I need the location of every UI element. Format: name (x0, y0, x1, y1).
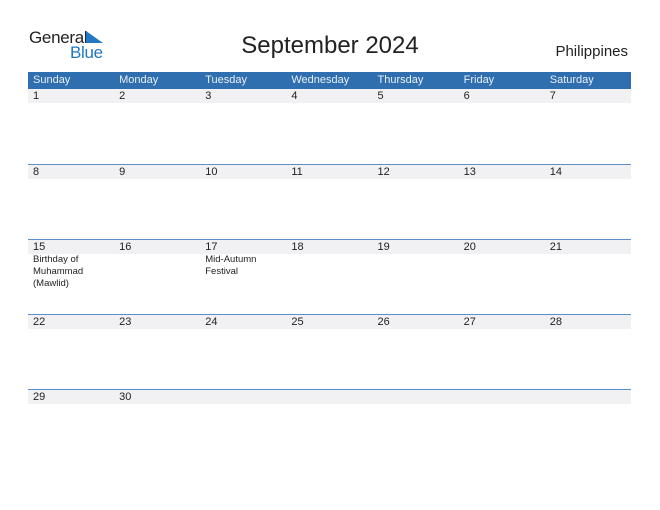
weekday-friday: Friday (463, 74, 495, 86)
day-cell: 1 (28, 89, 114, 103)
day-cell: 8 (28, 165, 114, 179)
day-cell: 29 (28, 390, 114, 404)
day-cell (373, 390, 459, 404)
week-row: 8 9 10 11 12 13 14 (28, 164, 631, 239)
day-cell: 13 (459, 165, 545, 179)
day-number (378, 390, 459, 404)
day-cell: 19 (373, 240, 459, 290)
day-cell: 15 Birthday of Muhammad (Mawlid) (28, 240, 114, 290)
weekday-header: Sunday Monday Tuesday Wednesday Thursday… (28, 72, 631, 89)
day-number: 14 (549, 166, 562, 178)
day-cell: 23 (114, 315, 200, 329)
day-cell (545, 390, 631, 404)
day-cell: 24 (200, 315, 286, 329)
week-cells: 15 Birthday of Muhammad (Mawlid) 16 17 Mid-A… (28, 240, 631, 290)
day-number: 29 (33, 391, 46, 403)
day-number: 9 (119, 166, 126, 178)
week-row: 22 23 24 25 26 27 28 (28, 314, 631, 389)
day-cell: 25 (286, 315, 372, 329)
day-number: 18 (291, 241, 304, 253)
day-cell: 3 (200, 89, 286, 103)
day-number (464, 390, 545, 404)
weeks-container: 1 2 3 4 5 6 7 8 9 10 11 12 13 14 15 Birthday of Muhamma… (28, 89, 631, 464)
day-number: 28 (549, 316, 562, 328)
weekday-monday: Monday (119, 74, 159, 86)
day-cell: 17 Mid-Autumn Festival (200, 240, 286, 290)
day-cell (200, 390, 286, 404)
day-number: 8 (33, 166, 40, 178)
day-number (205, 390, 286, 404)
holiday-event: Birthday of Muhammad (Mawlid) (33, 254, 84, 289)
day-number: 17 (205, 241, 218, 253)
day-number: 1 (33, 90, 40, 102)
day-cell: 16 (114, 240, 200, 290)
weekday-thursday: Thursday (377, 74, 424, 86)
day-cell: 2 (114, 89, 200, 103)
day-number: 30 (119, 391, 132, 403)
week-cells: 22 23 24 25 26 27 28 (28, 315, 631, 329)
day-number: 23 (119, 316, 132, 328)
day-cell: 26 (373, 315, 459, 329)
day-number: 20 (463, 241, 476, 253)
day-cell (459, 390, 545, 404)
day-cell: 18 (286, 240, 372, 290)
week-cells: 8 9 10 11 12 13 14 (28, 165, 631, 179)
day-cell: 28 (545, 315, 631, 329)
day-cell: 9 (114, 165, 200, 179)
weekday-sunday: Sunday (33, 74, 71, 86)
day-number: 6 (463, 90, 470, 102)
day-cell: 4 (286, 89, 372, 103)
day-cell: 5 (373, 89, 459, 103)
day-number: 4 (291, 90, 298, 102)
weekday-saturday: Saturday (549, 74, 594, 86)
week-cells: 29 30 (28, 390, 631, 404)
day-number: 21 (549, 241, 562, 253)
day-number: 7 (549, 90, 556, 102)
day-number: 12 (377, 166, 390, 178)
day-number: 2 (119, 90, 126, 102)
day-number: 3 (205, 90, 212, 102)
day-cell: 21 (545, 240, 631, 290)
weekday-tuesday: Tuesday (205, 74, 248, 86)
country-label: Philippines (555, 43, 628, 60)
holiday-event: Mid-Autumn Festival (205, 254, 257, 277)
day-number: 22 (33, 316, 46, 328)
day-number (550, 390, 631, 404)
day-number: 11 (291, 166, 303, 178)
day-cell: 10 (200, 165, 286, 179)
day-cell: 11 (286, 165, 372, 179)
day-number: 13 (463, 166, 476, 178)
week-row: 15 Birthday of Muhammad (Mawlid) 16 17 Mid-A… (28, 239, 631, 314)
weekday-wednesday: Wednesday (291, 74, 350, 86)
day-number: 16 (119, 241, 132, 253)
day-cell (286, 390, 372, 404)
day-cell: 22 (28, 315, 114, 329)
day-number (291, 390, 372, 404)
day-number: 5 (377, 90, 384, 102)
day-cell: 14 (545, 165, 631, 179)
day-number: 27 (463, 316, 476, 328)
day-cell: 27 (459, 315, 545, 329)
week-row: 1 2 3 4 5 6 7 (28, 89, 631, 164)
day-number: 19 (377, 241, 390, 253)
day-cell: 30 (114, 390, 200, 404)
calendar-grid: Sunday Monday Tuesday Wednesday Thursday… (28, 72, 631, 464)
day-number: 10 (205, 166, 218, 178)
day-number: 15 (33, 241, 46, 253)
day-number: 24 (205, 316, 218, 328)
day-cell: 12 (373, 165, 459, 179)
day-cell: 20 (459, 240, 545, 290)
day-cell: 6 (459, 89, 545, 103)
day-number: 25 (291, 316, 304, 328)
day-number: 26 (377, 316, 390, 328)
day-cell: 7 (545, 89, 631, 103)
week-cells: 1 2 3 4 5 6 7 (28, 89, 631, 103)
week-row: 29 30 (28, 389, 631, 464)
